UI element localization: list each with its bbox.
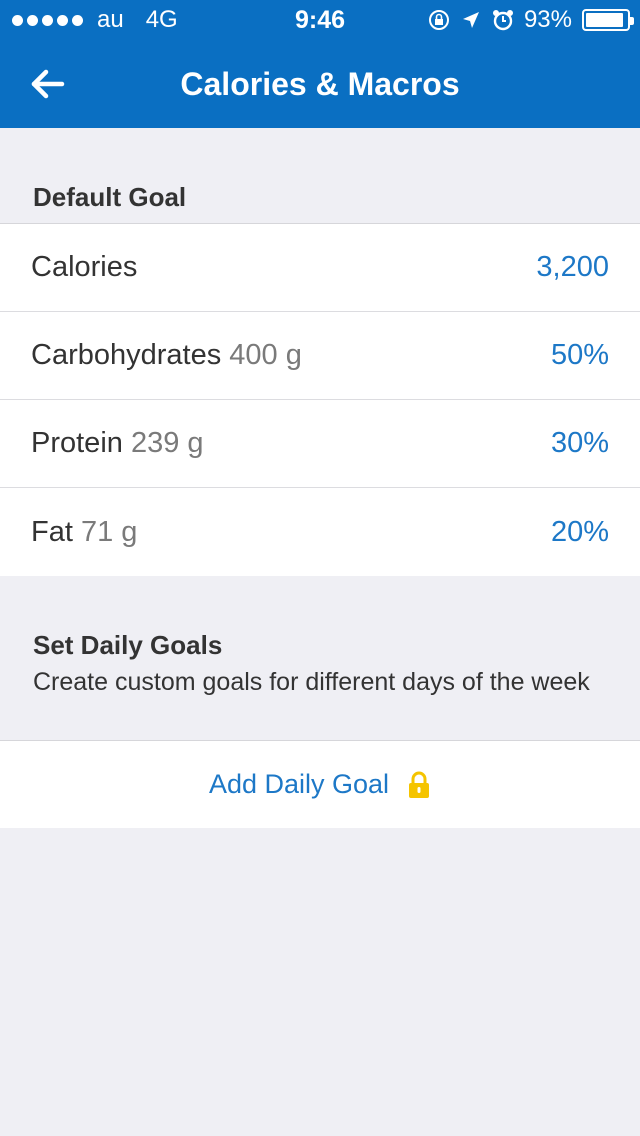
calories-value: 3,200 (536, 251, 609, 283)
row-grams: 71 g (80, 515, 138, 548)
daily-goals-description: Create custom goals for different days o… (33, 668, 590, 696)
row-label: Carbohydrates (31, 339, 222, 371)
row-label-wrap: Fat 71 g (31, 516, 137, 549)
alarm-icon (492, 10, 513, 31)
nav-bar: Calories & Macros (0, 40, 640, 128)
row-label-wrap: Calories (31, 251, 137, 284)
status-bar: au 4G 9:46 93% (0, 0, 640, 40)
carbohydrates-row[interactable]: Carbohydrates 400 g 50% (0, 312, 640, 400)
row-label: Fat (31, 515, 73, 548)
row-label: Calories (31, 251, 138, 283)
protein-row[interactable]: Protein 239 g 30% (0, 400, 640, 488)
lock-icon (409, 771, 430, 798)
status-right: 93% (428, 6, 634, 34)
page-title: Calories & Macros (180, 66, 460, 102)
add-daily-goal-button[interactable]: Add Daily Goal (0, 740, 640, 828)
row-label-wrap: Carbohydrates 400 g (31, 339, 302, 372)
row-label-wrap: Protein 239 g (31, 427, 204, 460)
row-label: Protein (31, 427, 123, 459)
default-goal-header: Default Goal (33, 182, 187, 212)
default-goal-list: Calories 3,200 Carbohydrates 400 g 50% P… (0, 223, 640, 576)
fat-row[interactable]: Fat 71 g 20% (0, 488, 640, 576)
calories-row[interactable]: Calories 3,200 (0, 224, 640, 312)
carbohydrates-percent: 50% (550, 339, 609, 371)
daily-goals-header: Set Daily Goals (33, 630, 223, 660)
row-grams: 239 g (130, 427, 204, 459)
battery-icon (582, 9, 634, 31)
fat-percent: 20% (550, 515, 609, 548)
rotation-lock-icon (428, 10, 449, 30)
row-grams: 400 g (229, 339, 302, 371)
add-daily-goal-label: Add Daily Goal (208, 769, 390, 799)
location-arrow-icon (462, 12, 479, 28)
protein-percent: 30% (550, 427, 609, 459)
battery-percent: 93% (523, 6, 572, 33)
